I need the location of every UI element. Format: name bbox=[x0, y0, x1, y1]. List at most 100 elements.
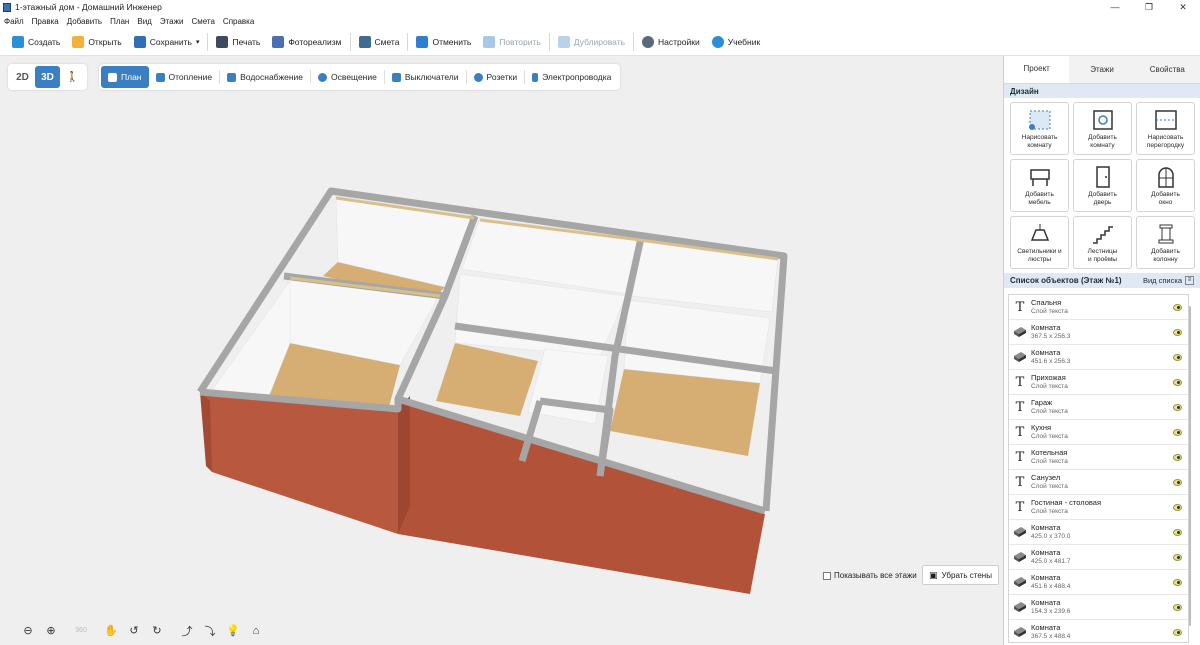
create-button[interactable]: Создать bbox=[6, 31, 66, 53]
object-list-scrollbar[interactable] bbox=[1187, 298, 1193, 638]
tab-floors[interactable]: Этажи bbox=[1069, 56, 1135, 83]
tab-heating[interactable]: Отопление bbox=[149, 66, 220, 88]
tutorial-button[interactable]: Учебник bbox=[706, 31, 767, 53]
list-item[interactable]: T Гараж Слой текста bbox=[1009, 395, 1188, 420]
visibility-eye-icon[interactable] bbox=[1173, 603, 1182, 611]
remove-walls-button[interactable]: ▣ Убрать стены bbox=[922, 565, 999, 585]
list-item[interactable]: T Гостиная - столовая Слой текста bbox=[1009, 495, 1188, 520]
visibility-eye-icon[interactable] bbox=[1173, 478, 1182, 486]
list-item[interactable]: Комната 451.6 x 488.4 bbox=[1009, 570, 1188, 595]
list-item[interactable]: Комната 154.3 x 239.6 bbox=[1009, 595, 1188, 620]
menu-add[interactable]: Добавить bbox=[67, 17, 102, 26]
visibility-eye-icon[interactable] bbox=[1173, 328, 1182, 336]
print-button[interactable]: Печать bbox=[210, 31, 266, 53]
pan-hand-icon[interactable]: ✋ bbox=[101, 621, 121, 641]
redo-button[interactable]: Повторить bbox=[477, 31, 547, 53]
tab-wiring[interactable]: Электропроводка bbox=[525, 66, 618, 88]
visibility-eye-icon[interactable] bbox=[1173, 503, 1182, 511]
tab-switches[interactable]: Выключатели bbox=[385, 66, 466, 88]
tilt-up-icon[interactable]: ⤴ bbox=[177, 621, 197, 641]
visibility-eye-icon[interactable] bbox=[1173, 303, 1182, 311]
show-all-floors-checkbox[interactable]: Показывать все этажи bbox=[823, 571, 917, 580]
photorealism-button[interactable]: Фотореализм bbox=[266, 31, 347, 53]
list-view-toggle[interactable]: Вид списка ≡ bbox=[1143, 276, 1194, 285]
home-icon[interactable]: ⌂ bbox=[246, 621, 266, 641]
add-stairs-button[interactable]: Лестницы и проёмы bbox=[1073, 216, 1132, 269]
estimate-button[interactable]: Смета bbox=[353, 31, 406, 53]
undo-button[interactable]: Отменить bbox=[410, 31, 477, 53]
list-item[interactable]: Комната 451.6 x 256.3 bbox=[1009, 345, 1188, 370]
tab-plan[interactable]: План bbox=[101, 66, 149, 88]
zoom-out-icon[interactable]: ⊖ bbox=[18, 621, 38, 641]
walk-mode-icon[interactable]: 🚶 bbox=[60, 66, 85, 88]
minimize-button[interactable]: — bbox=[1098, 2, 1132, 12]
view-3d-button[interactable]: 3D bbox=[35, 66, 60, 88]
add-room-button[interactable]: Добавить комнату bbox=[1073, 102, 1132, 155]
visibility-eye-icon[interactable] bbox=[1173, 453, 1182, 461]
list-item[interactable]: T Кухня Слой текста bbox=[1009, 420, 1188, 445]
add-column-button[interactable]: Добавить колонну bbox=[1136, 216, 1195, 269]
tab-sockets[interactable]: Розетки bbox=[467, 66, 525, 88]
rotate-left-icon[interactable]: ↺ bbox=[124, 621, 144, 641]
draw-partition-button[interactable]: Нарисовать перегородку bbox=[1136, 102, 1195, 155]
settings-button[interactable]: Настройки bbox=[636, 31, 706, 53]
room-icon bbox=[1009, 601, 1031, 613]
tab-water[interactable]: Водоснабжение bbox=[220, 66, 310, 88]
list-item[interactable]: Комната 425.0 x 481.7 bbox=[1009, 545, 1188, 570]
menu-help[interactable]: Справка bbox=[223, 17, 254, 26]
column-icon bbox=[1153, 222, 1179, 246]
menu-file[interactable]: Файл bbox=[4, 17, 24, 26]
maximize-button[interactable]: ❐ bbox=[1132, 2, 1166, 13]
add-door-button[interactable]: Добавить дверь bbox=[1073, 159, 1132, 212]
object-list[interactable]: T Спальня Слой текста Комната 367.5 x 256.3 К… bbox=[1008, 294, 1189, 643]
chevron-down-icon[interactable]: ▾ bbox=[196, 38, 200, 46]
menu-estimate[interactable]: Смета bbox=[191, 17, 214, 26]
visibility-eye-icon[interactable] bbox=[1173, 353, 1182, 361]
add-lights-button[interactable]: Светильники и люстры bbox=[1010, 216, 1069, 269]
tab-properties[interactable]: Свойства bbox=[1134, 56, 1200, 83]
redo-icon bbox=[483, 35, 496, 48]
visibility-eye-icon[interactable] bbox=[1173, 378, 1182, 386]
visibility-eye-icon[interactable] bbox=[1173, 578, 1182, 586]
tab-lighting[interactable]: Освещение bbox=[311, 66, 384, 88]
view-2d-button[interactable]: 2D bbox=[10, 66, 35, 88]
list-item[interactable]: Комната 367.5 x 488.4 bbox=[1009, 620, 1188, 642]
visibility-eye-icon[interactable] bbox=[1173, 628, 1182, 636]
visibility-eye-icon[interactable] bbox=[1173, 528, 1182, 536]
list-item[interactable]: Комната 425.0 x 370.0 bbox=[1009, 520, 1188, 545]
furniture-icon bbox=[1027, 165, 1053, 189]
list-item[interactable]: T Спальня Слой текста bbox=[1009, 295, 1188, 320]
house-3d-model[interactable] bbox=[0, 56, 1003, 616]
scrollbar-thumb[interactable] bbox=[1189, 306, 1191, 626]
add-furniture-button[interactable]: Добавить мебель bbox=[1010, 159, 1069, 212]
list-item-subtitle: 367.5 x 488.4 bbox=[1031, 633, 1071, 640]
list-item[interactable]: Комната 367.5 x 256.3 bbox=[1009, 320, 1188, 345]
draw-room-button[interactable]: Нарисовать комнату bbox=[1010, 102, 1069, 155]
close-button[interactable]: ✕ bbox=[1166, 2, 1200, 13]
menu-view[interactable]: Вид bbox=[137, 17, 151, 26]
checkbox-box[interactable] bbox=[823, 571, 831, 580]
rotate-360-icon[interactable]: 360 bbox=[71, 621, 91, 641]
add-window-button[interactable]: Добавить окно bbox=[1136, 159, 1195, 212]
tilt-down-icon[interactable]: ⤵ bbox=[200, 621, 220, 641]
open-button[interactable]: Открыть bbox=[66, 31, 127, 53]
menu-edit[interactable]: Правка bbox=[32, 17, 59, 26]
menu-plan[interactable]: План bbox=[110, 17, 129, 26]
rotate-right-icon[interactable]: ↻ bbox=[147, 621, 167, 641]
zoom-in-icon[interactable]: ⊕ bbox=[41, 621, 61, 641]
list-item-subtitle: 154.3 x 239.6 bbox=[1031, 608, 1071, 615]
menu-floors[interactable]: Этажи bbox=[160, 17, 184, 26]
duplicate-button[interactable]: Дублировать bbox=[552, 31, 631, 53]
list-item[interactable]: T Санузел Слой текста bbox=[1009, 470, 1188, 495]
visibility-eye-icon[interactable] bbox=[1173, 553, 1182, 561]
tab-project[interactable]: Проект bbox=[1004, 56, 1070, 83]
save-button[interactable]: Сохранить ▾ bbox=[128, 31, 206, 53]
main-toolbar: Создать Открыть Сохранить ▾ Печать Фотор… bbox=[0, 28, 1200, 56]
3d-viewport[interactable]: 2D 3D 🚶 План Отопление Водоснабжение Осв… bbox=[0, 56, 1003, 645]
light-icon[interactable]: 💡 bbox=[223, 621, 243, 641]
list-item[interactable]: T Прихожая Слой текста bbox=[1009, 370, 1188, 395]
list-item[interactable]: T Котельная Слой текста bbox=[1009, 445, 1188, 470]
list-item-name: Комната bbox=[1031, 548, 1061, 557]
visibility-eye-icon[interactable] bbox=[1173, 428, 1182, 436]
visibility-eye-icon[interactable] bbox=[1173, 403, 1182, 411]
